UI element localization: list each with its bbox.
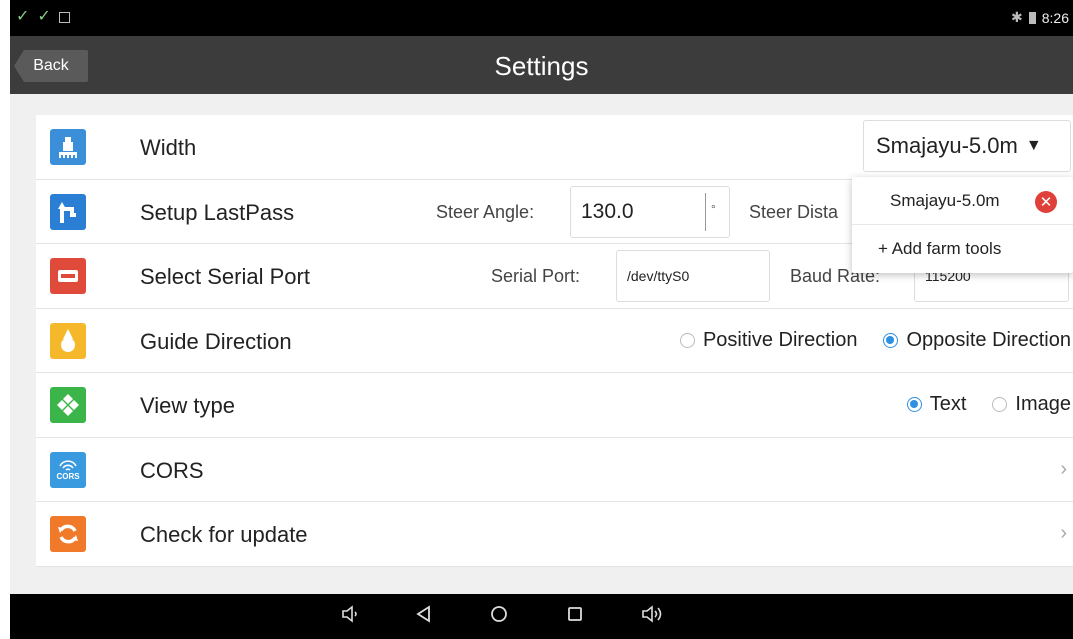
steer-angle-value: 130.0 <box>581 199 634 223</box>
popup-item-label: Smajayu-5.0m <box>890 190 1000 210</box>
recents-square-icon[interactable] <box>564 603 586 631</box>
check-icon: ✓ <box>37 8 51 25</box>
turn-arrow-icon <box>50 193 86 230</box>
bluetooth-icon: ✱ <box>1011 9 1023 25</box>
radio-opposite-direction[interactable]: Opposite Direction <box>883 329 1071 352</box>
row-label: View type <box>140 393 235 418</box>
radio-image[interactable]: Image <box>992 393 1071 416</box>
clock: 8:26 <box>1041 9 1069 26</box>
check-icon: ✓ <box>16 8 30 25</box>
radio-label: Image <box>1015 393 1071 415</box>
radio-label: Positive Direction <box>702 328 858 351</box>
dropdown-value: Smajayu-5.0m <box>876 133 1018 158</box>
add-farm-tools-button[interactable]: + Add farm tools <box>852 225 1073 273</box>
guide-direction-radio-group: Positive Direction Opposite Direction <box>679 328 1071 352</box>
tractor-icon <box>50 129 86 165</box>
device-screen: ✓ ✓ ✱ 8:26 Back Settings Width Smajayu-5… <box>10 0 1073 639</box>
steer-distance-label: Steer Dista <box>749 201 839 222</box>
back-triangle-icon[interactable] <box>413 603 435 631</box>
settings-row-cors[interactable]: CORS CORS › <box>36 437 1073 502</box>
settings-row-view-type: View type Text Image <box>36 373 1073 438</box>
chevron-right-icon: › <box>1060 522 1067 544</box>
view-type-radio-group: Text Image <box>906 393 1071 416</box>
refresh-icon <box>50 516 86 552</box>
radio-button[interactable] <box>679 332 695 348</box>
battery-icon <box>1028 11 1036 24</box>
status-bar: ✓ ✓ ✱ 8:26 <box>10 0 1073 36</box>
row-label: Width <box>140 135 197 160</box>
radio-label: Opposite Direction <box>906 328 1071 351</box>
status-icons-left: ✓ ✓ <box>16 9 70 25</box>
diamond-grid-icon <box>50 387 86 423</box>
row-label: Check for update <box>140 522 308 547</box>
radio-positive-direction[interactable]: Positive Direction <box>679 328 858 352</box>
settings-row-update[interactable]: Check for update › <box>36 502 1073 567</box>
serial-port-icon <box>50 258 86 294</box>
caret-down-icon: ▼ <box>1025 137 1042 154</box>
radio-button[interactable] <box>992 397 1008 412</box>
volume-down-icon[interactable] <box>340 603 362 631</box>
farm-tool-dropdown[interactable]: Smajayu-5.0m ▼ <box>863 120 1071 172</box>
text-cursor <box>705 192 706 231</box>
chevron-right-icon: › <box>1060 457 1067 480</box>
unit-degree: ° <box>711 201 716 216</box>
row-label: Select Serial Port <box>140 264 310 289</box>
volume-up-icon[interactable] <box>640 603 664 631</box>
steer-angle-label: Steer Angle: <box>436 201 535 222</box>
steer-angle-input[interactable]: 130.0 ° <box>570 185 730 238</box>
radio-button-selected[interactable] <box>906 397 922 412</box>
settings-row-width: Width Smajayu-5.0m ▼ <box>36 115 1073 180</box>
row-label: CORS <box>140 457 204 483</box>
direction-pin-icon <box>50 322 86 359</box>
status-icons-right: ✱ 8:26 <box>1011 9 1069 26</box>
home-circle-icon[interactable] <box>488 603 510 631</box>
serial-port-label: Serial Port: <box>491 266 581 286</box>
serial-port-value: /dev/ttyS0 <box>627 268 690 284</box>
title-bar: Back Settings <box>10 36 1073 94</box>
radio-label: Text <box>929 393 967 415</box>
navigation-bar <box>10 594 1073 639</box>
radio-text[interactable]: Text <box>906 393 967 416</box>
image-icon <box>58 11 70 23</box>
settings-row-guide: Guide Direction Positive Direction Oppos… <box>36 308 1073 373</box>
serial-port-input[interactable]: /dev/ttyS0 <box>616 250 770 302</box>
row-label: Guide Direction <box>140 328 292 354</box>
delete-icon[interactable]: ✕ <box>1035 191 1057 213</box>
page-title: Settings <box>494 51 589 81</box>
cors-icon: CORS <box>50 451 86 488</box>
farm-tool-popup: Smajayu-5.0m ✕ + Add farm tools <box>852 177 1073 273</box>
row-label: Setup LastPass <box>140 199 295 225</box>
radio-button-selected[interactable] <box>883 332 899 348</box>
